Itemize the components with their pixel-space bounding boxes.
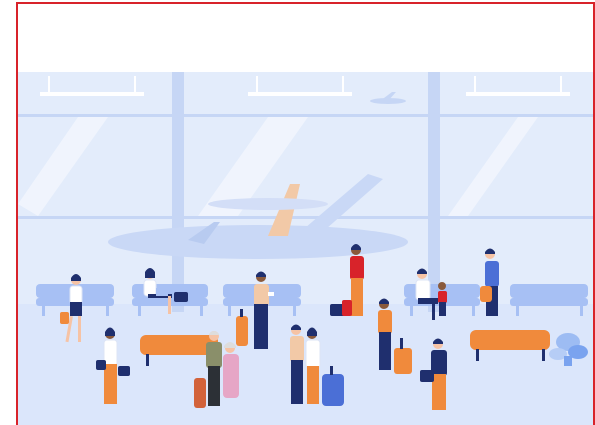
column-right [428,72,440,312]
window-rail-top [18,114,593,117]
terminal-window [18,72,593,314]
column-left [172,72,184,312]
airport-illustration [18,72,593,425]
suitcase-icon [322,374,344,406]
window-rail-middle [18,216,593,219]
